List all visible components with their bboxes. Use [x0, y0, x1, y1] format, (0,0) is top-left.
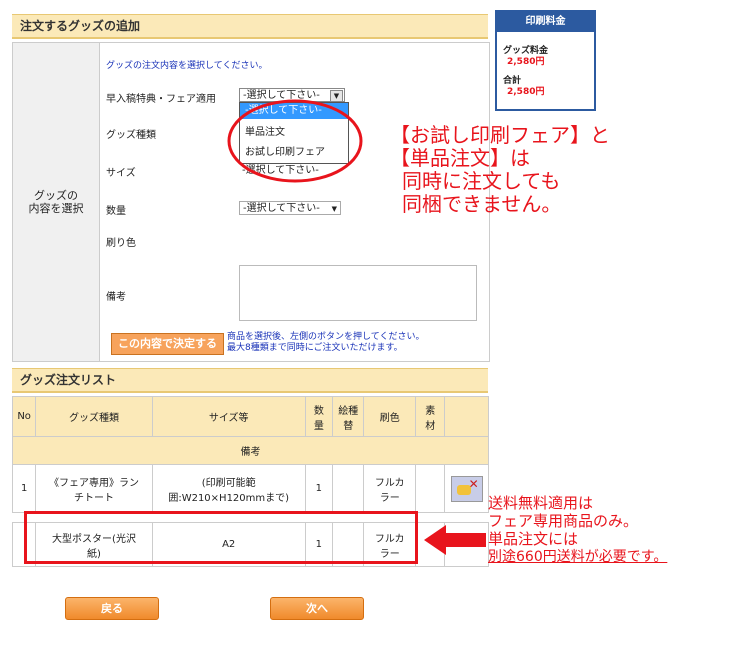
fair-warning-line3: 同時に注文しても: [402, 169, 561, 193]
decide-note-line2: 最大8種類まで同時にご注文いただけます。: [227, 343, 403, 353]
add-goods-header: 注文するグッズの追加: [12, 14, 488, 39]
quantity-select-value: -選択して下さい-: [243, 203, 320, 214]
order-list-title: グッズ注文リスト: [20, 373, 117, 387]
row1-type-line1: 《フェア専用》ラン: [49, 477, 139, 489]
row1-no: 1: [11, 464, 37, 513]
shipping-note-line1: 送料無料適用は: [488, 494, 594, 512]
total-label: 合計: [503, 76, 522, 86]
print-color-label: 刷り色: [106, 238, 136, 249]
goods-price-value: 2,580円: [507, 57, 545, 67]
table-row: 1 《フェア専用》ラン チトート (印刷可能範 囲:W210×H120mmまで)…: [11, 464, 489, 513]
goods-type-label: グッズ種類: [106, 130, 156, 141]
col-remarks: 備考: [12, 436, 489, 465]
price-box-title: 印刷料金: [497, 12, 594, 32]
next-button[interactable]: 次へ: [270, 597, 364, 620]
remarks-textarea[interactable]: [239, 265, 477, 321]
fair-warning-line4: 同梱できません。: [402, 192, 562, 216]
red-arrow-icon: [424, 525, 486, 555]
size-label: サイズ: [106, 168, 136, 179]
row1-size: (印刷可能範 囲:W210×H120mmまで): [151, 464, 306, 513]
row1-color-line1: フルカ: [374, 477, 405, 489]
row1-action: ✕: [444, 464, 489, 513]
row1-picture: [331, 464, 365, 513]
total-value: 2,580円: [507, 87, 545, 97]
col-no: No: [11, 396, 37, 437]
fair-warning-line1: 【お試し印刷フェア】と: [390, 123, 610, 147]
highlight-oval: [227, 99, 363, 183]
col-picture-line2: 替: [343, 420, 354, 432]
delete-icon[interactable]: ✕: [450, 475, 483, 502]
col-material-line1: 素: [425, 405, 436, 417]
quantity-select[interactable]: -選択して下さい- ▼: [239, 201, 341, 215]
decide-note-line1: 商品を選択後、左側のボタンを押してください。: [227, 332, 425, 342]
row1-size-line1: (印刷可能範: [201, 477, 256, 489]
chevron-down-icon: ▼: [331, 205, 337, 213]
row1-size-line2: 囲:W210×H120mmまで): [168, 492, 290, 504]
col-size: サイズ等: [151, 396, 306, 437]
col-qty: 数 量: [304, 396, 334, 437]
row1-color: フルカ ラー: [363, 464, 417, 513]
col-material-line2: 材: [425, 420, 436, 432]
col-color: 刷色: [363, 396, 417, 437]
col-qty-line1: 数: [313, 405, 324, 417]
select-label-cell: グッズの 内容を選択: [12, 42, 100, 362]
select-label-line2: 内容を選択: [28, 202, 84, 215]
shipping-note-line3: 単品注文には: [488, 530, 579, 548]
fair-warning-line2: 【単品注文】は: [390, 146, 530, 170]
row1-type-line2: チトート: [74, 492, 114, 504]
quantity-label: 数量: [106, 206, 126, 217]
col-picture: 絵種 替: [331, 396, 365, 437]
shipping-note-line2: フェア専用商品のみ。: [488, 512, 639, 530]
col-action: [444, 396, 489, 437]
fair-warning-callout: 【お試し印刷フェア】と 【単品注文】は 同時に注文しても 同梱できません。: [390, 124, 650, 216]
remarks-label: 備考: [106, 292, 126, 303]
row1-qty: 1: [304, 464, 334, 513]
select-label-line1: グッズの: [34, 189, 78, 202]
col-type: グッズ種類: [35, 396, 153, 437]
shipping-note: 送料無料適用は フェア専用商品のみ。 単品注文には 別途660円送料が必要です。: [488, 494, 743, 566]
decide-note: 商品を選択後、左側のボタンを押してください。 最大8種類まで同時にご注文いただけ…: [227, 332, 424, 354]
row1-material: [415, 464, 446, 513]
price-summary-box: 印刷料金 グッズ料金 2,580円 合計 2,580円: [495, 10, 596, 111]
col-material: 素 材: [415, 396, 446, 437]
col-picture-line1: 絵種: [338, 405, 359, 417]
close-icon: ✕: [468, 476, 479, 491]
add-goods-title: 注文するグッズの追加: [20, 19, 141, 33]
instruction-text: グッズの注文内容を選択してください。: [106, 61, 268, 71]
row1-color-line2: ラー: [379, 492, 400, 504]
goods-price-label: グッズ料金: [503, 46, 549, 56]
decide-button[interactable]: この内容で決定する: [111, 333, 224, 355]
early-fair-label: 早入稿特典・フェア適用: [106, 94, 216, 105]
back-button[interactable]: 戻る: [65, 597, 159, 620]
shipping-note-line4: 別途660円送料が必要です。: [488, 549, 668, 565]
highlight-rectangle: [24, 511, 418, 564]
order-list-header: グッズ注文リスト: [12, 368, 488, 393]
row1-type: 《フェア専用》ラン チトート: [35, 464, 153, 513]
col-qty-line2: 量: [313, 420, 324, 432]
